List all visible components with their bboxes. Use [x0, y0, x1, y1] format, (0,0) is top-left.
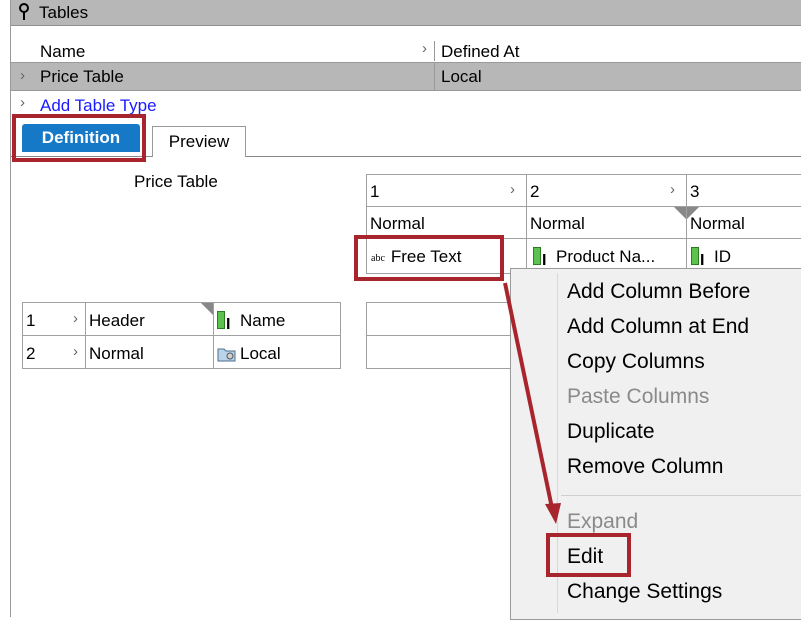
annotation-arrow: [503, 282, 561, 524]
